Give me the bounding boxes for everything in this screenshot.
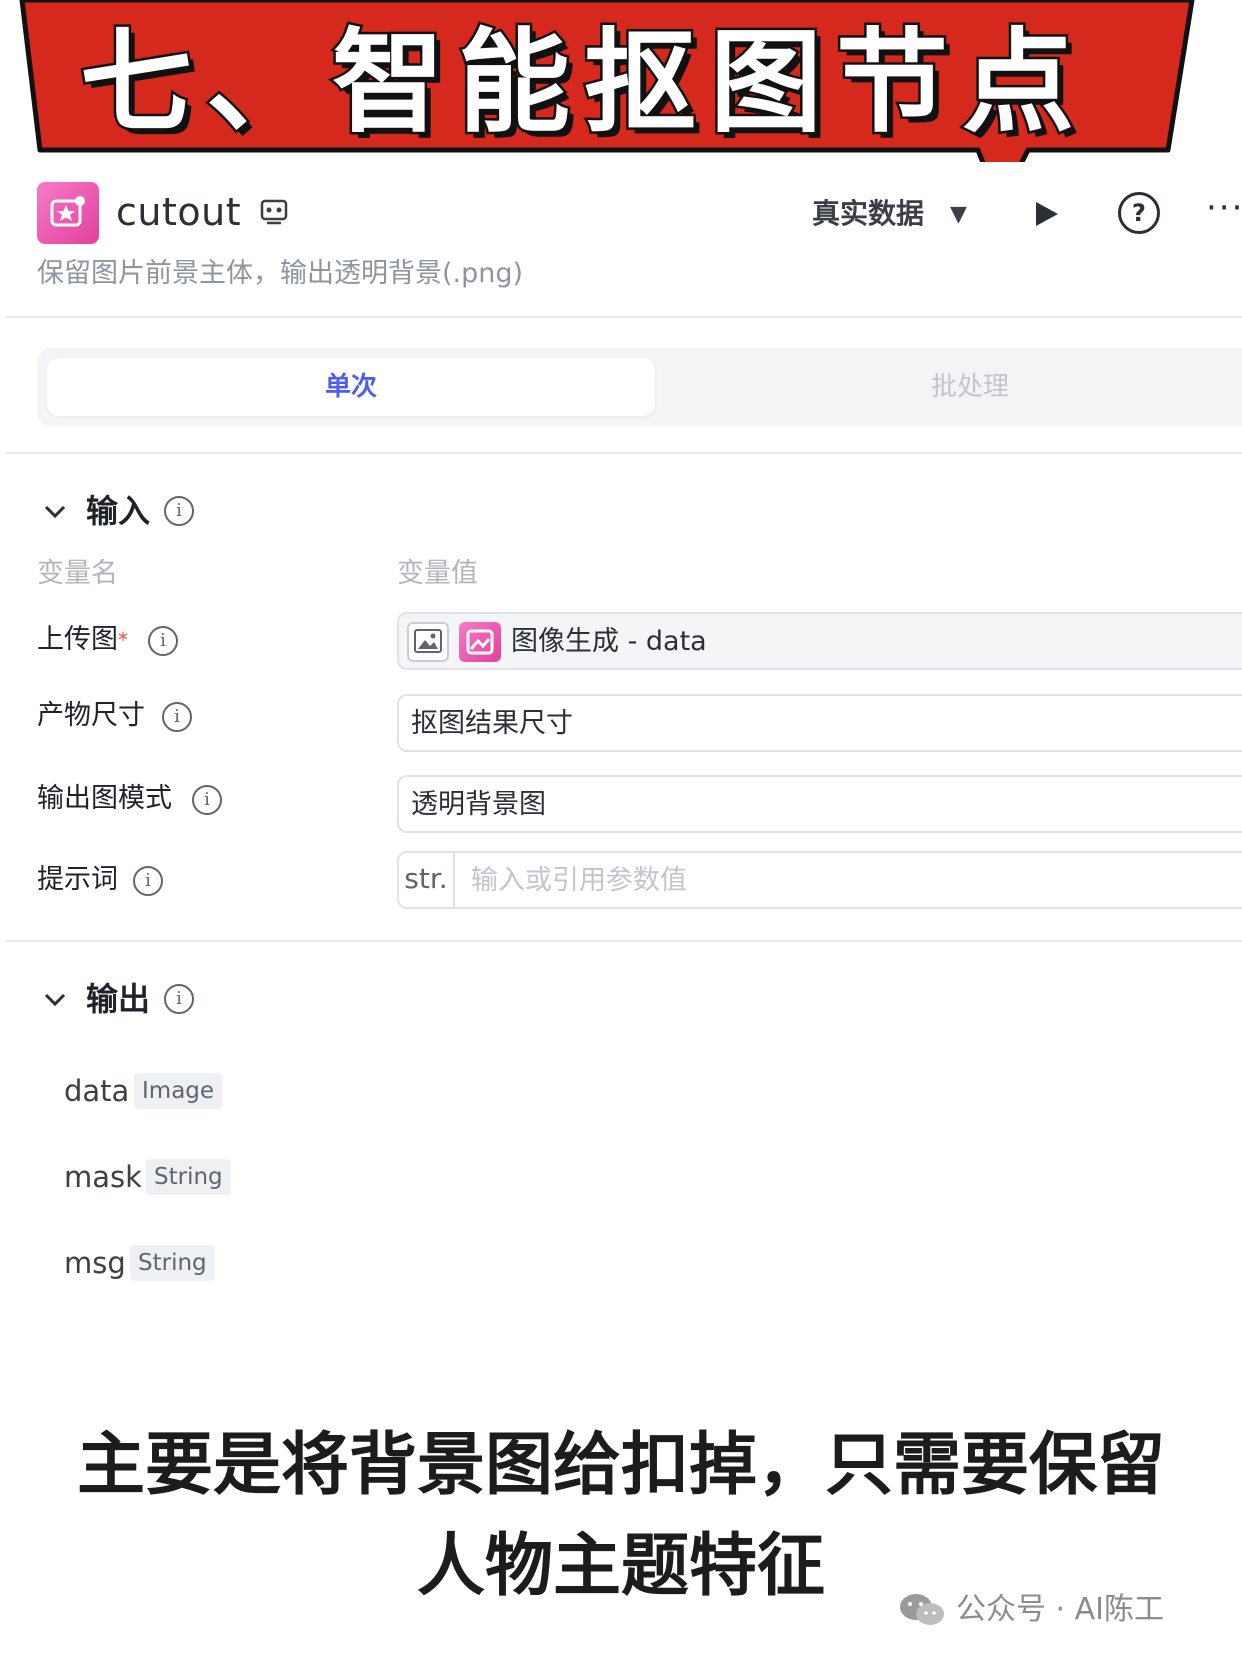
column-header-name: 变量名 [37, 558, 118, 589]
prompt-input[interactable]: str. 输入或引用参数值 [397, 851, 1242, 909]
field-value: 透明背景图 [411, 789, 546, 820]
output-size-select[interactable]: 抠图结果尺寸 [397, 694, 1242, 752]
image-generate-icon [459, 622, 501, 662]
field-value: 抠图结果尺寸 [411, 708, 573, 739]
banner-title: 七、智能抠图节点 [78, 16, 1088, 151]
info-icon[interactable]: i [162, 702, 192, 732]
watermark-text: 公众号 · AI陈工 [956, 1592, 1164, 1627]
node-config-panel: cutout 真实数据 ▼ ? ··· 保留图片前景主体，输出透明背景(.png… [6, 162, 1242, 1394]
image-icon [407, 622, 449, 662]
caption-line-1: 主要是将背景图给扣掉，只需要保留 [76, 1426, 1165, 1505]
upload-image-field[interactable]: 图像生成 - data [397, 612, 1242, 670]
output-mode-select[interactable]: 透明背景图 [397, 775, 1242, 833]
chevron-down-icon[interactable] [42, 498, 68, 524]
output-type-badge: String [130, 1245, 215, 1281]
divider [6, 452, 1242, 454]
param-label-upload: 上传图* [37, 620, 128, 660]
divider [6, 940, 1242, 942]
edit-name-icon[interactable] [259, 197, 289, 227]
info-icon[interactable]: i [192, 785, 222, 815]
type-prefix: str. [399, 853, 455, 907]
info-icon[interactable]: i [164, 984, 194, 1014]
reference-value: 图像生成 - data [511, 626, 707, 657]
output-type-badge: Image [134, 1073, 223, 1109]
param-label-text: 上传图 [37, 624, 118, 655]
chevron-down-icon[interactable] [42, 986, 68, 1012]
help-icon[interactable]: ? [1118, 192, 1160, 234]
required-mark: * [118, 628, 128, 652]
info-icon[interactable]: i [148, 626, 178, 656]
param-label-mode: 输出图模式 [37, 783, 172, 814]
input-section-title: 输入 [86, 492, 151, 530]
caret-down-icon[interactable]: ▼ [950, 200, 967, 230]
data-mode-select[interactable]: 真实数据 [812, 194, 924, 234]
divider [6, 316, 1242, 318]
output-name: data [64, 1074, 130, 1108]
output-name: msg [64, 1246, 126, 1280]
column-header-value: 变量值 [397, 558, 478, 589]
tab-single[interactable]: 单次 [47, 358, 655, 416]
sparkle-image-icon [37, 182, 99, 244]
tab-batch[interactable]: 批处理 [666, 358, 1242, 416]
more-icon[interactable]: ··· [1206, 188, 1242, 228]
run-icon[interactable] [1030, 198, 1062, 230]
prompt-placeholder: 输入或引用参数值 [471, 865, 687, 896]
info-icon[interactable]: i [164, 496, 194, 526]
param-label-prompt: 提示词 [37, 864, 118, 895]
output-section-title: 输出 [86, 980, 151, 1018]
info-icon[interactable]: i [133, 866, 163, 896]
node-name[interactable]: cutout [116, 184, 241, 240]
wechat-icon [900, 1594, 944, 1625]
output-name: mask [64, 1160, 142, 1194]
node-description: 保留图片前景主体，输出透明背景(.png) [37, 258, 524, 289]
output-type-badge: String [146, 1159, 231, 1195]
param-label-size: 产物尺寸 [37, 700, 145, 731]
